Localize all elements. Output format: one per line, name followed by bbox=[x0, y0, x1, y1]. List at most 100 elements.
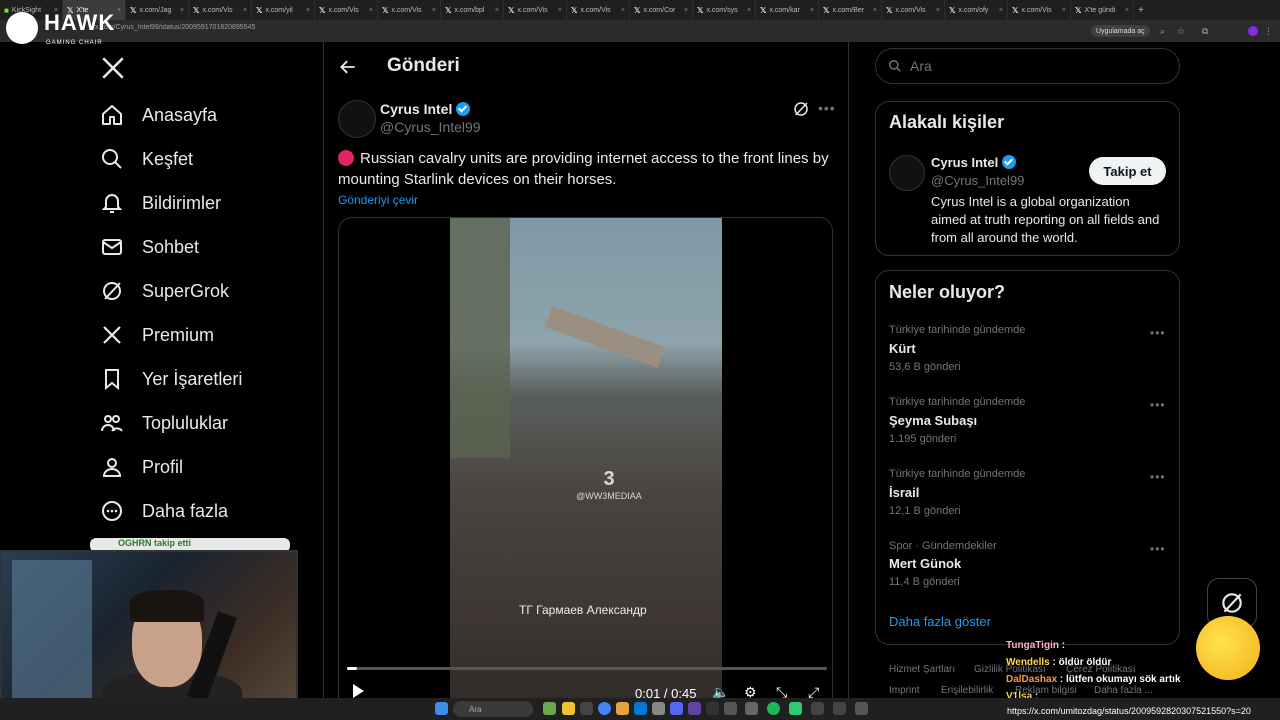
nav-item-supergrok[interactable]: SuperGrok bbox=[100, 271, 229, 311]
nav-item-notifications[interactable]: Bildirimler bbox=[100, 183, 221, 223]
nav-item-profile[interactable]: Profil bbox=[100, 447, 183, 487]
more-options-icon[interactable]: ••• bbox=[818, 100, 836, 116]
browser-tab[interactable]: 𝕏x.com/Jag × bbox=[126, 0, 189, 20]
close-icon[interactable]: × bbox=[558, 7, 562, 14]
show-more-link[interactable]: Daha fazla göster bbox=[889, 614, 991, 629]
nav-item-more[interactable]: Daha fazla bbox=[100, 491, 228, 531]
author-name-text[interactable]: Cyrus Intel bbox=[380, 101, 452, 117]
footer-link[interactable]: Imprint bbox=[889, 685, 920, 696]
zoom-icon[interactable]: ⌕ bbox=[1160, 26, 1165, 37]
follow-button[interactable]: Takip et bbox=[1089, 157, 1166, 185]
url-text[interactable]: x.com/Cyrus_Intel99/status/2009591701820… bbox=[95, 24, 255, 31]
browser-tab[interactable]: 𝕏x.com/Vis × bbox=[315, 0, 378, 20]
trend-more-icon[interactable]: ••• bbox=[1150, 326, 1166, 340]
trend-name[interactable]: Mert Günok bbox=[889, 556, 961, 571]
nav-item-home[interactable]: Anasayfa bbox=[100, 95, 217, 135]
nav-item-explore[interactable]: Keşfet bbox=[100, 139, 193, 179]
app-icon[interactable] bbox=[688, 702, 701, 715]
trend-name[interactable]: Şeyma Subaşı bbox=[889, 413, 977, 428]
close-icon[interactable]: × bbox=[621, 7, 625, 14]
app-icon[interactable] bbox=[580, 702, 593, 715]
close-icon[interactable]: × bbox=[369, 7, 373, 14]
browser-tab[interactable]: 𝕏x.com/Vis × bbox=[567, 0, 630, 20]
app-icon[interactable] bbox=[724, 702, 737, 715]
browser-tab[interactable]: 𝕏x.com/Vis × bbox=[189, 0, 252, 20]
close-icon[interactable]: × bbox=[243, 7, 247, 14]
author-handle[interactable]: @Cyrus_Intel99 bbox=[380, 119, 481, 135]
close-icon[interactable]: × bbox=[180, 7, 184, 14]
close-icon[interactable]: × bbox=[684, 7, 688, 14]
browser-tab[interactable]: 𝕏x.com/bpl × bbox=[441, 0, 504, 20]
footer-link[interactable]: Erişilebilirlik bbox=[941, 685, 993, 696]
app-icon[interactable] bbox=[789, 702, 802, 715]
nav-item-communities[interactable]: Topluluklar bbox=[100, 403, 228, 443]
close-icon[interactable]: × bbox=[306, 7, 310, 14]
video-progress-bar[interactable] bbox=[347, 667, 827, 670]
mail-icon[interactable] bbox=[634, 702, 647, 715]
close-icon[interactable]: × bbox=[747, 7, 751, 14]
chrome-icon[interactable] bbox=[598, 702, 611, 715]
trend-more-icon[interactable]: ••• bbox=[1150, 542, 1166, 556]
close-icon[interactable]: × bbox=[1125, 7, 1129, 14]
search-input[interactable]: Ara bbox=[875, 48, 1180, 84]
browser-tab[interactable]: 𝕏x.com/yil × bbox=[252, 0, 315, 20]
close-icon[interactable]: × bbox=[810, 7, 814, 14]
browser-tab[interactable]: 𝕏x.com/Vis × bbox=[378, 0, 441, 20]
play-icon[interactable] bbox=[353, 684, 364, 698]
profile-avatar[interactable] bbox=[1248, 26, 1258, 36]
app-icon[interactable] bbox=[745, 702, 758, 715]
close-icon[interactable]: × bbox=[936, 7, 940, 14]
discord-icon[interactable] bbox=[670, 702, 683, 715]
explorer-icon[interactable] bbox=[616, 702, 629, 715]
nav-item-bookmarks[interactable]: Yer İşaretleri bbox=[100, 359, 242, 399]
browser-tab[interactable]: 𝕏x.com/Vis × bbox=[1008, 0, 1071, 20]
browser-tab[interactable]: 𝕏x.com/Vis × bbox=[882, 0, 945, 20]
extensions-icon[interactable]: ⧉ bbox=[1202, 26, 1208, 37]
translate-link[interactable]: Gönderiyi çevir bbox=[338, 193, 418, 207]
browser-tab[interactable]: 𝕏x.com/Ber × bbox=[819, 0, 882, 20]
browser-tab[interactable]: 𝕏x.com/kar × bbox=[756, 0, 819, 20]
menu-icon[interactable]: ⋮ bbox=[1264, 26, 1273, 37]
app-icon[interactable] bbox=[855, 702, 868, 715]
close-icon[interactable]: × bbox=[495, 7, 499, 14]
star-icon[interactable]: ☆ bbox=[1177, 26, 1185, 37]
nav-item-chat[interactable]: Sohbet bbox=[100, 227, 199, 267]
open-in-app-button[interactable]: Uygulamada aç bbox=[1091, 25, 1150, 37]
close-icon[interactable]: × bbox=[999, 7, 1003, 14]
related-handle[interactable]: @Cyrus_Intel99 bbox=[931, 173, 1024, 188]
back-arrow-icon[interactable] bbox=[338, 57, 358, 77]
spotify-icon[interactable] bbox=[767, 702, 780, 715]
trend-more-icon[interactable]: ••• bbox=[1150, 470, 1166, 484]
windows-start-icon[interactable] bbox=[435, 702, 448, 715]
browser-tab[interactable]: 𝕏x.com/Vis × bbox=[504, 0, 567, 20]
nav-item-premium[interactable]: Premium bbox=[100, 315, 214, 355]
app-icon[interactable] bbox=[706, 702, 719, 715]
app-icon[interactable] bbox=[811, 702, 824, 715]
trend-name[interactable]: Kürt bbox=[889, 341, 916, 356]
close-icon[interactable]: × bbox=[1062, 7, 1066, 14]
browser-tab[interactable]: 𝕏x.com/sys × bbox=[693, 0, 756, 20]
browser-tab[interactable]: 𝕏x.com/ofy × bbox=[945, 0, 1008, 20]
taskbar-search[interactable]: Ara bbox=[453, 701, 533, 717]
close-icon[interactable]: × bbox=[117, 7, 121, 14]
trend-name[interactable]: İsrail bbox=[889, 485, 919, 500]
close-icon[interactable]: × bbox=[873, 7, 877, 14]
folder-icon[interactable] bbox=[562, 702, 575, 715]
footer-link[interactable]: Daha fazla ... bbox=[1094, 685, 1153, 696]
app-icon[interactable] bbox=[652, 702, 665, 715]
related-avatar[interactable] bbox=[889, 155, 925, 191]
related-name[interactable]: Cyrus Intel bbox=[931, 155, 1017, 170]
app-icon[interactable] bbox=[543, 702, 556, 715]
x-logo-icon[interactable] bbox=[100, 55, 126, 81]
close-icon[interactable]: × bbox=[432, 7, 436, 14]
related-name-text[interactable]: Cyrus Intel bbox=[931, 155, 998, 170]
video-player[interactable]: 3 @WW3MEDIAA ТГ Гармаев Александр 0:01 /… bbox=[338, 217, 833, 720]
author-name[interactable]: Cyrus Intel bbox=[380, 101, 471, 117]
new-tab-icon[interactable]: + bbox=[1138, 5, 1144, 16]
browser-tab[interactable]: 𝕏x.com/Cor × bbox=[630, 0, 693, 20]
app-icon[interactable] bbox=[833, 702, 846, 715]
trend-more-icon[interactable]: ••• bbox=[1150, 398, 1166, 412]
grok-icon[interactable] bbox=[792, 100, 810, 118]
browser-tab[interactable]: 𝕏 X'te gündi × bbox=[1071, 0, 1134, 20]
footer-link[interactable]: Hizmet Şartları bbox=[889, 664, 955, 675]
